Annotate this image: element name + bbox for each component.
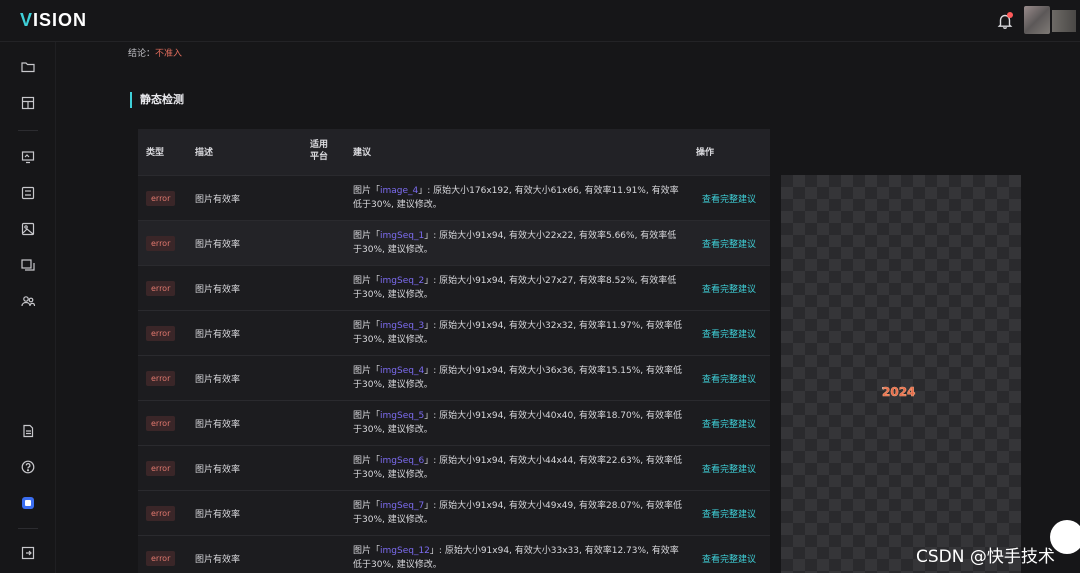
row-suggestion: 图片「imgSeq_4」: 原始大小91x94, 有效大小36x36, 有效率1… — [353, 366, 683, 390]
document-icon[interactable] — [19, 422, 37, 440]
conclusion: 结论：不准入 — [128, 49, 183, 59]
row-desc: 图片有效率 — [195, 465, 241, 475]
row-desc: 图片有效率 — [195, 375, 241, 385]
image-preview — [781, 175, 1021, 573]
view-full-suggestion-link[interactable]: 查看完整建议 — [702, 282, 756, 295]
table-row: error 图片有效率 图片「imgSeq_5」: 原始大小91x94, 有效大… — [138, 400, 770, 445]
error-badge: error — [146, 236, 176, 251]
monitor-icon[interactable] — [19, 148, 37, 166]
row-desc: 图片有效率 — [195, 510, 241, 520]
avatar[interactable] — [1024, 6, 1050, 34]
error-badge: error — [146, 191, 176, 206]
view-full-suggestion-link[interactable]: 查看完整建议 — [702, 192, 756, 205]
row-suggestion: 图片「imgSeq_2」: 原始大小91x94, 有效大小27x27, 有效率8… — [353, 276, 677, 300]
sticker-text: 2024 — [882, 385, 915, 399]
row-desc: 图片有效率 — [195, 240, 241, 250]
row-suggestion: 图片「imgSeq_12」: 原始大小91x94, 有效大小33x33, 有效率… — [353, 546, 679, 570]
row-desc: 图片有效率 — [195, 420, 241, 430]
column-platform: 适用 平台 — [310, 140, 329, 162]
column-desc: 描述 — [195, 148, 214, 158]
column-suggest: 建议 — [353, 148, 372, 158]
row-desc: 图片有效率 — [195, 555, 241, 565]
gallery-icon[interactable] — [19, 256, 37, 274]
image-name-link[interactable]: imgSeq_1 — [380, 231, 424, 241]
view-full-suggestion-link[interactable]: 查看完整建议 — [702, 462, 756, 475]
row-suggestion: 图片「imgSeq_1」: 原始大小91x94, 有效大小22x22, 有效率5… — [353, 231, 677, 255]
view-full-suggestion-link[interactable]: 查看完整建议 — [702, 327, 756, 340]
column-type: 类型 — [146, 148, 165, 158]
sidebar-divider — [18, 528, 38, 529]
checklist-icon[interactable] — [19, 184, 37, 202]
image-name-link[interactable]: imgSeq_3 — [380, 321, 424, 331]
image-name-link[interactable]: imgSeq_6 — [380, 456, 424, 466]
table-row: error 图片有效率 图片「imgSeq_7」: 原始大小91x94, 有效大… — [138, 490, 770, 535]
view-full-suggestion-link[interactable]: 查看完整建议 — [702, 237, 756, 250]
error-badge: error — [146, 551, 176, 566]
column-op: 操作 — [696, 148, 715, 158]
sidebar-divider — [18, 130, 38, 131]
sticker-image: 2024 — [882, 385, 916, 400]
error-badge: error — [146, 281, 176, 296]
section-title: 静态检测 — [130, 92, 184, 108]
table-row: error 图片有效率 图片「imgSeq_4」: 原始大小91x94, 有效大… — [138, 355, 770, 400]
conclusion-value: 不准入 — [155, 49, 183, 59]
image-name-link[interactable]: imgSeq_7 — [380, 501, 424, 511]
app-logo[interactable]: VISION — [20, 10, 87, 31]
app-icon[interactable] — [19, 494, 37, 512]
view-full-suggestion-link[interactable]: 查看完整建议 — [702, 417, 756, 430]
row-desc: 图片有效率 — [195, 330, 241, 340]
view-full-suggestion-link[interactable]: 查看完整建议 — [702, 552, 756, 565]
image-name-link[interactable]: imgSeq_5 — [380, 411, 424, 421]
row-suggestion: 图片「imgSeq_5」: 原始大小91x94, 有效大小40x40, 有效率1… — [353, 411, 683, 435]
error-badge: error — [146, 326, 176, 341]
folder-icon[interactable] — [19, 58, 37, 76]
view-full-suggestion-link[interactable]: 查看完整建议 — [702, 372, 756, 385]
error-badge: error — [146, 416, 176, 431]
notification-dot — [1007, 12, 1013, 18]
row-suggestion: 图片「imgSeq_6」: 原始大小91x94, 有效大小44x44, 有效率2… — [353, 456, 683, 480]
exit-icon[interactable] — [19, 544, 37, 562]
top-bar: VISION — [0, 0, 1080, 42]
error-badge: error — [146, 461, 176, 476]
table-row: error 图片有效率 图片「imgSeq_1」: 原始大小91x94, 有效大… — [138, 220, 770, 265]
static-check-table: 类型 描述 适用 平台 建议 操作 error 图片有效率 图片「image_4」… — [138, 129, 770, 573]
table-row: error 图片有效率 图片「imgSeq_12」: 原始大小91x94, 有效… — [138, 535, 770, 573]
row-desc: 图片有效率 — [195, 285, 241, 295]
error-badge: error — [146, 506, 176, 521]
sidebar — [0, 42, 56, 573]
table-row: error 图片有效率 图片「imgSeq_2」: 原始大小91x94, 有效大… — [138, 265, 770, 310]
image-name-link[interactable]: imgSeq_4 — [380, 366, 424, 376]
view-full-suggestion-link[interactable]: 查看完整建议 — [702, 507, 756, 520]
users-icon[interactable] — [19, 292, 37, 310]
table-row: error 图片有效率 图片「imgSeq_6」: 原始大小91x94, 有效大… — [138, 445, 770, 490]
row-suggestion: 图片「image_4」: 原始大小176x192, 有效大小61x66, 有效率… — [353, 186, 679, 210]
table-row: error 图片有效率 图片「image_4」: 原始大小176x192, 有效… — [138, 175, 770, 220]
image-icon[interactable] — [19, 220, 37, 238]
table-row: error 图片有效率 图片「imgSeq_3」: 原始大小91x94, 有效大… — [138, 310, 770, 355]
image-name-link[interactable]: imgSeq_2 — [380, 276, 424, 286]
watermark: CSDN @快手技术 — [916, 547, 1055, 567]
layout-icon[interactable] — [19, 94, 37, 112]
row-suggestion: 图片「imgSeq_3」: 原始大小91x94, 有效大小32x32, 有效率1… — [353, 321, 683, 345]
user-menu[interactable] — [1052, 10, 1076, 32]
error-badge: error — [146, 371, 176, 386]
row-desc: 图片有效率 — [195, 195, 241, 205]
table-header: 类型 描述 适用 平台 建议 操作 — [138, 129, 770, 175]
image-name-link[interactable]: imgSeq_12 — [380, 546, 430, 556]
row-suggestion: 图片「imgSeq_7」: 原始大小91x94, 有效大小49x49, 有效率2… — [353, 501, 683, 525]
image-name-link[interactable]: image_4 — [380, 186, 418, 196]
help-icon[interactable] — [19, 458, 37, 476]
